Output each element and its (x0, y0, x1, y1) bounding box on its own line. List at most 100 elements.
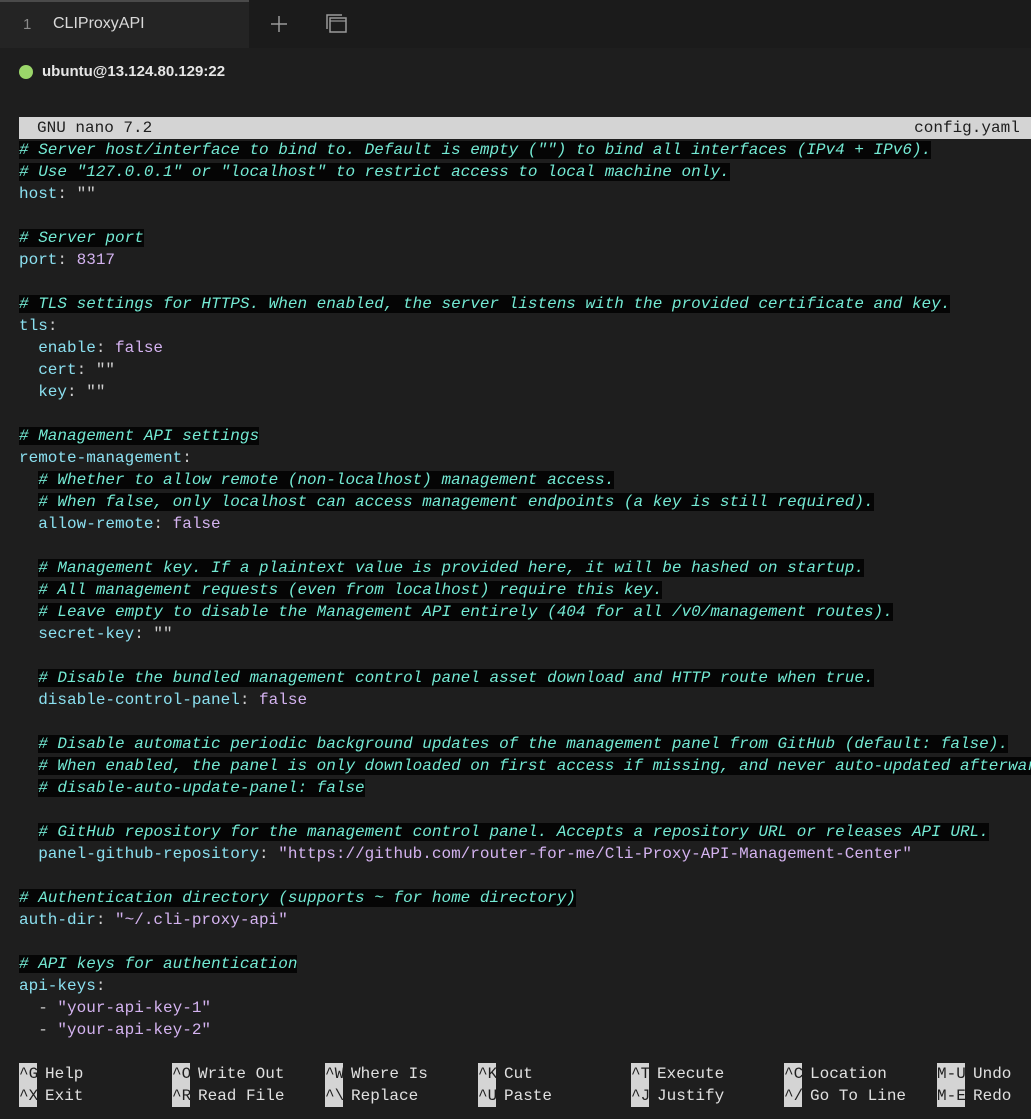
shortcut-write-out[interactable]: ^O Write Out (172, 1063, 284, 1085)
shortcut-label: Write Out (198, 1065, 285, 1083)
editor-line: tls: (19, 315, 1031, 337)
shortcut-label: Cut (504, 1065, 533, 1083)
yaml-punctuation (19, 361, 38, 379)
comment-text: # Server host/interface to bind to. Defa… (19, 141, 932, 159)
shortcut-label: Replace (351, 1087, 419, 1105)
editor-line: # GitHub repository for the management c… (19, 821, 1031, 843)
shortcut-key: M-E (937, 1085, 966, 1107)
comment-text: # Disable automatic periodic background … (38, 735, 1008, 753)
yaml-punctuation: : (95, 339, 116, 357)
yaml-value: "https://github.com/router-for-me/Cli-Pr… (278, 845, 912, 863)
yaml-punctuation (19, 493, 38, 511)
shortcut-key: ^J (631, 1085, 651, 1107)
duplicate-tab-button[interactable] (320, 8, 354, 40)
yaml-punctuation: : (95, 911, 116, 929)
shortcut-label: Redo (973, 1087, 1012, 1105)
shortcut-exit[interactable]: ^X Exit (19, 1085, 83, 1107)
comment-text: # Management key. If a plaintext value i… (38, 559, 864, 577)
host-label: ubuntu@13.124.80.129:22 (42, 63, 226, 80)
yaml-punctuation (19, 383, 38, 401)
yaml-punctuation (19, 603, 38, 621)
yaml-punctuation (19, 823, 38, 841)
shortcut-label: Justify (657, 1087, 725, 1105)
yaml-punctuation: : (57, 251, 77, 269)
new-tab-button[interactable] (262, 8, 296, 40)
yaml-value: "~/.cli-proxy-api" (115, 911, 288, 929)
shortcut-execute[interactable]: ^T Execute (631, 1063, 724, 1085)
yaml-punctuation (19, 515, 38, 533)
shortcut-label: Execute (657, 1065, 725, 1083)
comment-text: # TLS settings for HTTPS. When enabled, … (19, 295, 951, 313)
yaml-punctuation: : "" (134, 625, 173, 643)
shortcut-justify[interactable]: ^J Justify (631, 1085, 724, 1107)
yaml-value: "your-api-key-1" (57, 999, 212, 1017)
editor-line: # Server port (19, 227, 1031, 249)
yaml-key: key (38, 383, 68, 401)
editor-line: enable: false (19, 337, 1031, 359)
nano-version: GNU nano 7.2 (37, 119, 153, 137)
tab-bar: 1 CLIProxyAPI (0, 0, 1031, 48)
editor-line: # API keys for authentication (19, 953, 1031, 975)
shortcut-label: Paste (504, 1087, 553, 1105)
shortcut-read-file[interactable]: ^R Read File (172, 1085, 284, 1107)
comment-text: # GitHub repository for the management c… (38, 823, 989, 841)
yaml-punctuation (19, 581, 38, 599)
editor-line: # Disable the bundled management control… (19, 667, 1031, 689)
comment-text: # disable-auto-update-panel: false (38, 779, 365, 797)
yaml-key: host (19, 185, 58, 203)
shortcut-key: ^U (478, 1085, 498, 1107)
yaml-punctuation (19, 735, 38, 753)
comment-text: # Whether to allow remote (non-localhost… (38, 471, 615, 489)
editor-line: panel-github-repository: "https://github… (19, 843, 1031, 865)
comment-text: # API keys for authentication (19, 955, 298, 973)
shortcut-where-is[interactable]: ^W Where Is (325, 1063, 428, 1085)
shortcut-key: ^G (19, 1063, 39, 1085)
shortcut-undo[interactable]: M-U Undo (937, 1063, 1011, 1085)
yaml-key: panel-github-repository (38, 845, 260, 863)
shortcut-key: ^W (325, 1063, 345, 1085)
shortcut-help[interactable]: ^G Help (19, 1063, 83, 1085)
tab-title: CLIProxyAPI (53, 15, 145, 32)
terminal[interactable]: GNU nano 7.2 config.yaml * # Server host… (19, 117, 1031, 1039)
comment-text: # When enabled, the panel is only downlo… (38, 757, 1031, 775)
shortcut-key: ^T (631, 1063, 651, 1085)
editor-buffer[interactable]: # Server host/interface to bind to. Defa… (19, 139, 1031, 1041)
editor-line: disable-control-panel: false (19, 689, 1031, 711)
yaml-key: auth-dir (19, 911, 96, 929)
shortcut-key: ^O (172, 1063, 192, 1085)
editor-line: # Use "127.0.0.1" or "localhost" to rest… (19, 161, 1031, 183)
editor-line: allow-remote: false (19, 513, 1031, 535)
host-bar: ubuntu@13.124.80.129:22 (0, 48, 1031, 98)
yaml-punctuation: : (182, 449, 192, 467)
shortcut-label: Go To Line (810, 1087, 907, 1105)
shortcut-replace[interactable]: ^\ Replace (325, 1085, 418, 1107)
tab-cliproxyapi[interactable]: 1 CLIProxyAPI (0, 0, 249, 48)
editor-line: # TLS settings for HTTPS. When enabled, … (19, 293, 1031, 315)
editor-line: cert: "" (19, 359, 1031, 381)
shortcut-go-to-line[interactable]: ^/ Go To Line (784, 1085, 906, 1107)
comment-text: # Server port (19, 229, 144, 247)
yaml-punctuation (19, 339, 38, 357)
shortcut-location[interactable]: ^C Location (784, 1063, 887, 1085)
editor-line: remote-management: (19, 447, 1031, 469)
shortcut-label: Exit (45, 1087, 84, 1105)
shortcut-cut[interactable]: ^K Cut (478, 1063, 533, 1085)
yaml-punctuation (19, 845, 38, 863)
editor-line: - "your-api-key-1" (19, 997, 1031, 1019)
shortcut-label: Undo (973, 1065, 1012, 1083)
shortcut-redo[interactable]: M-E Redo (937, 1085, 1011, 1107)
duplicate-icon (326, 14, 347, 33)
shortcut-key: ^K (478, 1063, 498, 1085)
connection-status-icon (19, 65, 33, 79)
comment-text: # Disable the bundled management control… (38, 669, 874, 687)
yaml-punctuation: : "" (57, 185, 96, 203)
shortcut-paste[interactable]: ^U Paste (478, 1085, 552, 1107)
editor-line: # Leave empty to disable the Management … (19, 601, 1031, 623)
yaml-punctuation: - (19, 999, 58, 1017)
tab-index: 1 (23, 16, 32, 33)
